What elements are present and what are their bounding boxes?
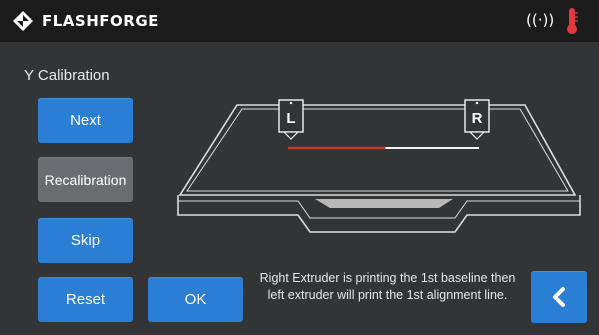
instruction-text: Right Extruder is printing the 1st basel…	[259, 271, 516, 302]
build-plate-top	[178, 104, 577, 196]
build-plate-handle	[315, 199, 453, 208]
right-extruder: R	[464, 99, 490, 140]
recalibration-button[interactable]: Recalibration	[38, 157, 133, 202]
build-plate-inner	[186, 108, 569, 192]
left-extruder: L	[278, 99, 304, 140]
flashforge-logo-icon	[13, 11, 33, 31]
build-plate-diagram: L R	[177, 99, 581, 233]
brand: FLASHFORGE	[12, 9, 159, 33]
left-extruder-label: L	[286, 110, 295, 127]
brand-name: FLASHFORGE	[42, 12, 159, 30]
top-bar: FLASHFORGE ((·))	[0, 0, 599, 42]
wifi-icon[interactable]: ((·))	[526, 11, 554, 29]
calibration-screen: FLASHFORGE ((·)) Y Calibration Next Reca…	[0, 0, 599, 335]
page-title: Y Calibration	[24, 67, 110, 84]
ok-button[interactable]: OK	[148, 277, 243, 322]
skip-button[interactable]: Skip	[38, 218, 133, 263]
thermometer-icon[interactable]	[565, 7, 579, 35]
back-button[interactable]	[531, 271, 587, 323]
next-button[interactable]: Next	[38, 98, 133, 143]
right-extruder-label: R	[472, 110, 483, 127]
chevron-left-icon	[553, 287, 565, 307]
reset-button[interactable]: Reset	[38, 277, 133, 322]
